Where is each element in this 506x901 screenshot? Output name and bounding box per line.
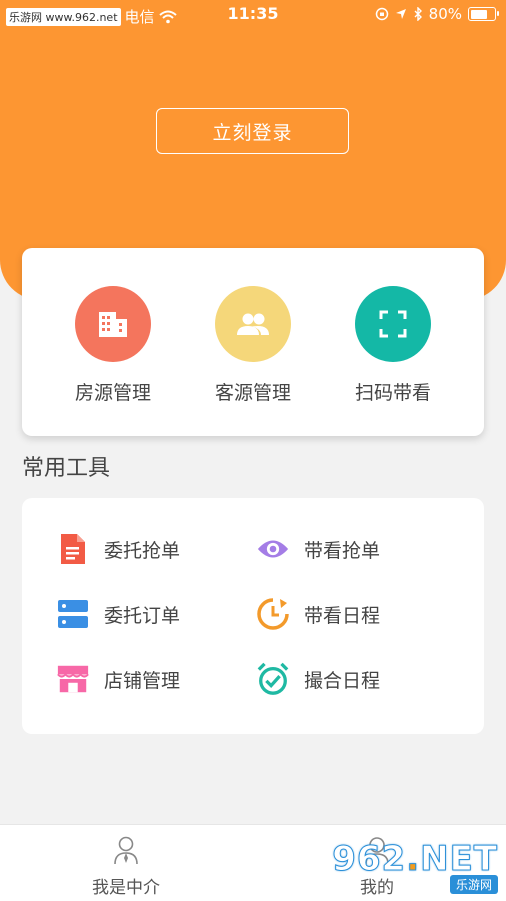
scan-icon-circle bbox=[355, 286, 431, 362]
watermark-logo-net: NET bbox=[420, 839, 498, 879]
tool-icon-wrap bbox=[56, 597, 90, 631]
tools-section-title: 常用工具 bbox=[22, 456, 111, 481]
tool-entrust-orders[interactable]: 委托订单 bbox=[56, 597, 180, 631]
tool-icon-wrap bbox=[56, 532, 90, 566]
scan-icon bbox=[379, 310, 407, 338]
tool-icon-wrap bbox=[256, 532, 290, 566]
people-icon bbox=[237, 313, 269, 335]
site-watermark: 962.NET 乐游网 bbox=[332, 841, 498, 894]
tools-card: 委托抢单 带看抢单 委托订单 带看日程 店铺管理 撮合日程 bbox=[22, 498, 484, 734]
status-bar: 乐游网 www.962.net 电信 11:35 80% bbox=[0, 0, 506, 30]
quick-action-label: 房源管理 bbox=[74, 382, 151, 404]
quick-actions-card: 房源管理 客源管理 扫码带看 bbox=[22, 248, 484, 436]
tool-label: 店铺管理 bbox=[104, 669, 181, 692]
tool-match-schedule[interactable]: 撮合日程 bbox=[256, 662, 380, 696]
bluetooth-icon bbox=[414, 7, 422, 21]
clients-icon-circle bbox=[215, 286, 291, 362]
battery-fill bbox=[470, 9, 487, 19]
watermark-logo: 962.NET bbox=[332, 839, 498, 879]
listings-icon-circle bbox=[75, 286, 151, 362]
agent-person-icon bbox=[114, 836, 138, 865]
tool-label: 带看日程 bbox=[304, 604, 381, 627]
tool-label: 撮合日程 bbox=[304, 669, 381, 692]
quick-action-scan[interactable]: 扫码带看 bbox=[333, 286, 453, 405]
tool-icon-wrap bbox=[256, 597, 290, 631]
battery-percent: 80% bbox=[428, 5, 462, 23]
watermark-logo-dot: . bbox=[406, 839, 421, 879]
status-right: 80% bbox=[375, 5, 499, 23]
location-icon bbox=[395, 9, 406, 19]
alarm-check-icon bbox=[257, 662, 289, 695]
login-button[interactable]: 立刻登录 bbox=[156, 108, 349, 154]
watermark-subtitle: 乐游网 bbox=[449, 875, 498, 894]
tab-agent[interactable]: 我是中介 bbox=[61, 835, 191, 898]
tool-label: 带看抢单 bbox=[304, 539, 381, 562]
tool-label: 委托抢单 bbox=[104, 539, 181, 562]
watermark-logo-number: 962 bbox=[332, 839, 407, 879]
store-icon bbox=[57, 665, 89, 693]
quick-action-listings[interactable]: 房源管理 bbox=[53, 286, 173, 405]
tool-viewing-schedule[interactable]: 带看日程 bbox=[256, 597, 380, 631]
eye-icon bbox=[257, 540, 289, 558]
quick-action-label: 扫码带看 bbox=[354, 382, 431, 404]
tool-label: 委托订单 bbox=[104, 604, 181, 627]
document-icon bbox=[61, 534, 85, 564]
quick-action-label: 客源管理 bbox=[214, 382, 291, 404]
clock-refresh-icon bbox=[257, 598, 289, 630]
tab-agent-label: 我是中介 bbox=[92, 878, 160, 898]
orientation-lock-icon bbox=[375, 7, 388, 21]
building-icon bbox=[99, 312, 127, 337]
tool-icon-wrap bbox=[56, 662, 90, 696]
tool-viewing-grab[interactable]: 带看抢单 bbox=[256, 532, 380, 566]
server-list-icon bbox=[58, 600, 88, 628]
tool-icon-wrap bbox=[256, 662, 290, 696]
tool-entrust-grab[interactable]: 委托抢单 bbox=[56, 532, 180, 566]
quick-action-clients[interactable]: 客源管理 bbox=[193, 286, 313, 405]
battery-icon bbox=[468, 7, 499, 21]
tool-store-manage[interactable]: 店铺管理 bbox=[56, 662, 180, 696]
